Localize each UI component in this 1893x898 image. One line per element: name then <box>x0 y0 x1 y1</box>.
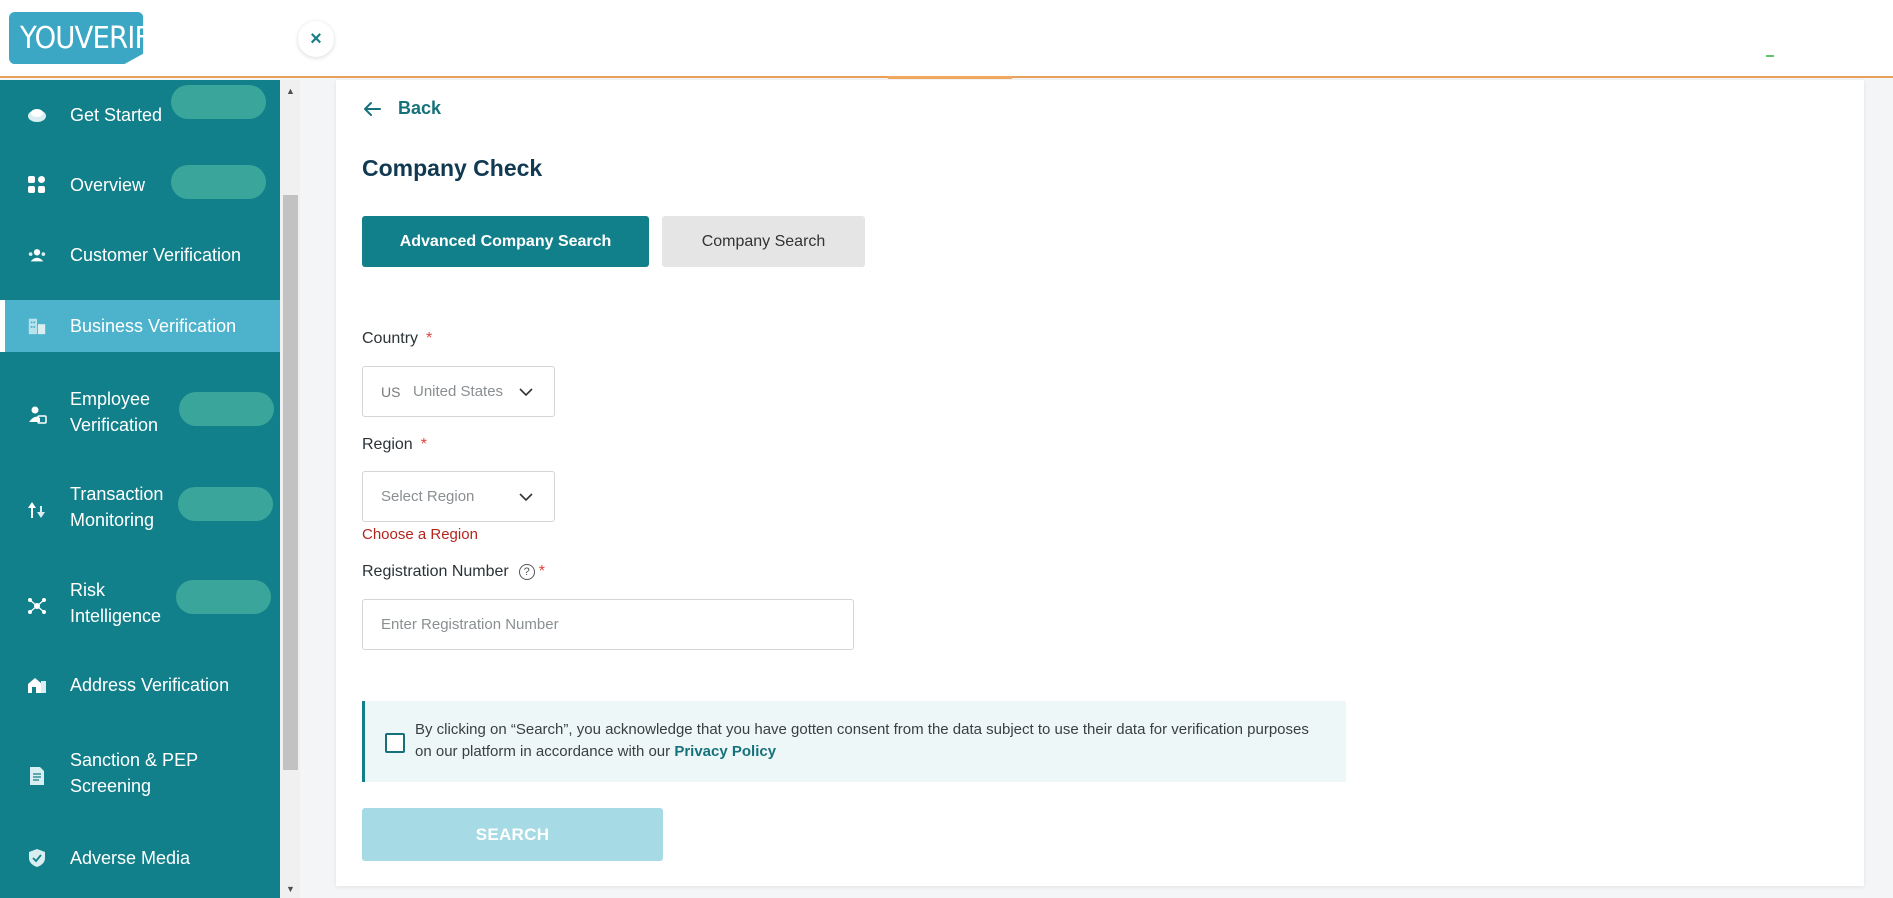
risk-badge <box>176 580 271 614</box>
consent-text: By clicking on “Search”, you acknowledge… <box>415 721 1309 760</box>
required-asterisk: * <box>420 436 427 453</box>
employee-badge <box>179 392 274 426</box>
chevron-down-icon <box>519 493 533 502</box>
country-label: Country * <box>362 330 433 347</box>
region-label: Region * <box>362 436 427 453</box>
sidebar-item-customer-verification[interactable]: Customer Verification <box>0 220 280 290</box>
sidebar-item-address-verification[interactable]: Address Verification <box>0 650 280 720</box>
sidebar-item-label: Sanction & PEP Screening <box>70 750 198 796</box>
country-select[interactable]: US United States <box>362 366 555 417</box>
users-icon <box>27 245 47 265</box>
network-icon <box>27 596 47 616</box>
search-button[interactable]: SEARCH <box>362 808 663 861</box>
country-value: United States <box>413 383 504 400</box>
close-sidebar-button[interactable]: × <box>298 21 334 57</box>
tab-company-search[interactable]: Company Search <box>662 216 865 267</box>
building-icon <box>27 316 47 336</box>
consent-checkbox[interactable] <box>385 733 405 753</box>
back-label: Back <box>398 98 442 118</box>
rocket-icon <box>27 105 47 125</box>
top-bar: YOUVERIFY × <box>0 0 1893 79</box>
overview-badge <box>171 165 266 199</box>
registration-number-label: Registration Number? * <box>362 563 545 580</box>
sidebar-scroll-thumb[interactable] <box>283 195 298 770</box>
youverify-logo[interactable]: YOUVERIFY <box>9 12 144 64</box>
sidebar-item-label: Overview <box>70 175 146 195</box>
sidebar-item-label: Risk Intelligence <box>70 580 162 626</box>
region-select[interactable]: Select Region <box>362 471 555 522</box>
sidebar-item-adverse-media[interactable]: Adverse Media <box>0 823 280 893</box>
registration-number-input[interactable] <box>362 599 854 650</box>
close-icon: × <box>310 27 322 50</box>
house-icon <box>27 675 47 695</box>
tab-advanced-company-search[interactable]: Advanced Company Search <box>362 216 649 267</box>
arrow-left-icon <box>364 101 381 116</box>
sidebar-item-business-verification[interactable]: Business Verification <box>0 300 280 352</box>
region-error-message: Choose a Region <box>362 526 478 543</box>
region-placeholder: Select Region <box>381 488 475 505</box>
sidebar-item-label: Customer Verification <box>70 245 242 265</box>
required-asterisk: * <box>426 330 433 347</box>
country-code: US <box>381 383 401 400</box>
sidebar-item-label: Transaction Monitoring <box>70 484 164 530</box>
employee-icon <box>27 405 47 425</box>
privacy-policy-link[interactable]: Privacy Policy <box>674 743 776 760</box>
sidebar-item-sanction-pep-screening[interactable]: Sanction & PEP Screening <box>0 731 280 821</box>
grid-icon <box>27 175 47 195</box>
overview-badge <box>171 85 266 119</box>
top-accent-bar <box>888 76 1012 79</box>
consent-box: By clicking on “Search”, you acknowledge… <box>362 701 1346 782</box>
help-circle-icon[interactable]: ? <box>518 563 535 580</box>
required-asterisk: * <box>538 563 545 580</box>
sidebar-item-label: Adverse Media <box>70 848 191 868</box>
sidebar-item-label: Business Verification <box>70 316 237 336</box>
transaction-badge <box>178 487 273 521</box>
scroll-up-arrow-icon[interactable]: ▲ <box>283 84 298 98</box>
back-link[interactable]: Back <box>362 98 441 119</box>
chevron-down-icon <box>519 388 533 397</box>
page-title: Company Check <box>362 155 543 181</box>
shield-icon <box>27 848 47 868</box>
sidebar-item-label: Employee Verification <box>70 389 159 435</box>
sidebar-item-label: Get Started <box>70 105 163 125</box>
sidebar-item-label: Address Verification <box>70 675 230 695</box>
document-icon <box>27 766 47 786</box>
scroll-down-arrow-icon[interactable]: ▼ <box>283 882 298 896</box>
status-indicator <box>1766 55 1774 57</box>
transaction-icon <box>27 500 47 520</box>
